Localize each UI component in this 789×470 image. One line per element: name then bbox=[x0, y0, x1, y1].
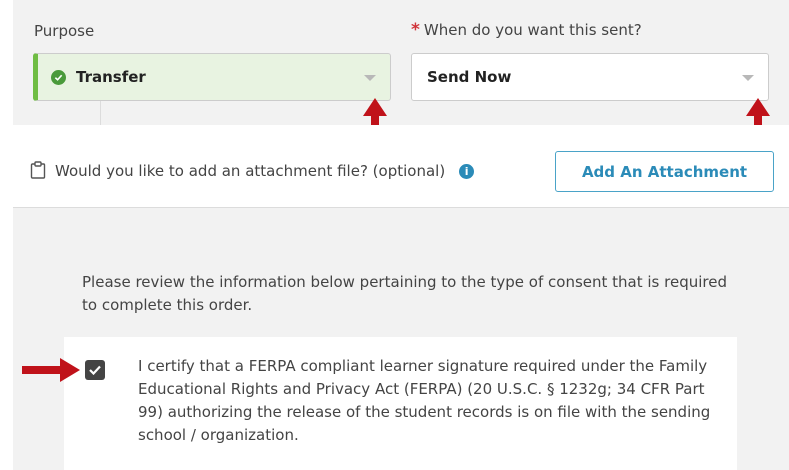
certification-text: I certify that a FERPA compliant learner… bbox=[138, 357, 711, 444]
info-icon[interactable]: i bbox=[459, 163, 475, 179]
send-time-label: * When do you want this sent? bbox=[411, 20, 642, 40]
red-arrow-annotation bbox=[22, 358, 80, 382]
send-time-value: Send Now bbox=[427, 68, 512, 86]
divider bbox=[100, 101, 101, 125]
check-circle-icon bbox=[51, 69, 66, 85]
checkmark-icon bbox=[89, 365, 101, 375]
chevron-down-icon bbox=[364, 75, 376, 81]
chevron-down-icon bbox=[742, 75, 754, 81]
ferpa-checkbox[interactable] bbox=[85, 360, 105, 380]
purpose-value: Transfer bbox=[76, 68, 146, 86]
send-time-select[interactable]: Send Now bbox=[411, 53, 769, 101]
clipboard-icon bbox=[30, 161, 46, 179]
consent-intro: Please review the information below pert… bbox=[82, 273, 727, 314]
attachment-prompt: Would you like to add an attachment file… bbox=[55, 162, 475, 180]
purpose-select[interactable]: Transfer bbox=[33, 53, 391, 101]
purpose-label: Purpose bbox=[34, 22, 95, 40]
required-marker: * bbox=[411, 20, 420, 40]
add-attachment-button[interactable]: Add An Attachment bbox=[555, 151, 774, 192]
